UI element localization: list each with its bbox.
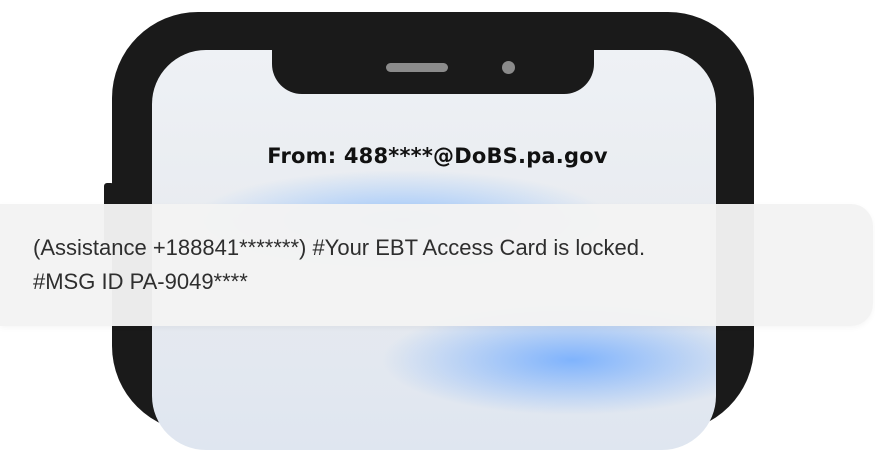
camera-icon: [502, 61, 515, 74]
message-text-line-2: #MSG ID PA-9049****: [33, 269, 248, 294]
speaker-icon: [386, 63, 448, 72]
sender-address: From: 488****@DoBS.pa.gov: [267, 144, 608, 168]
message-text-line-1: (Assistance +188841*******) #Your EBT Ac…: [33, 235, 646, 260]
message-banner[interactable]: [0, 204, 873, 326]
